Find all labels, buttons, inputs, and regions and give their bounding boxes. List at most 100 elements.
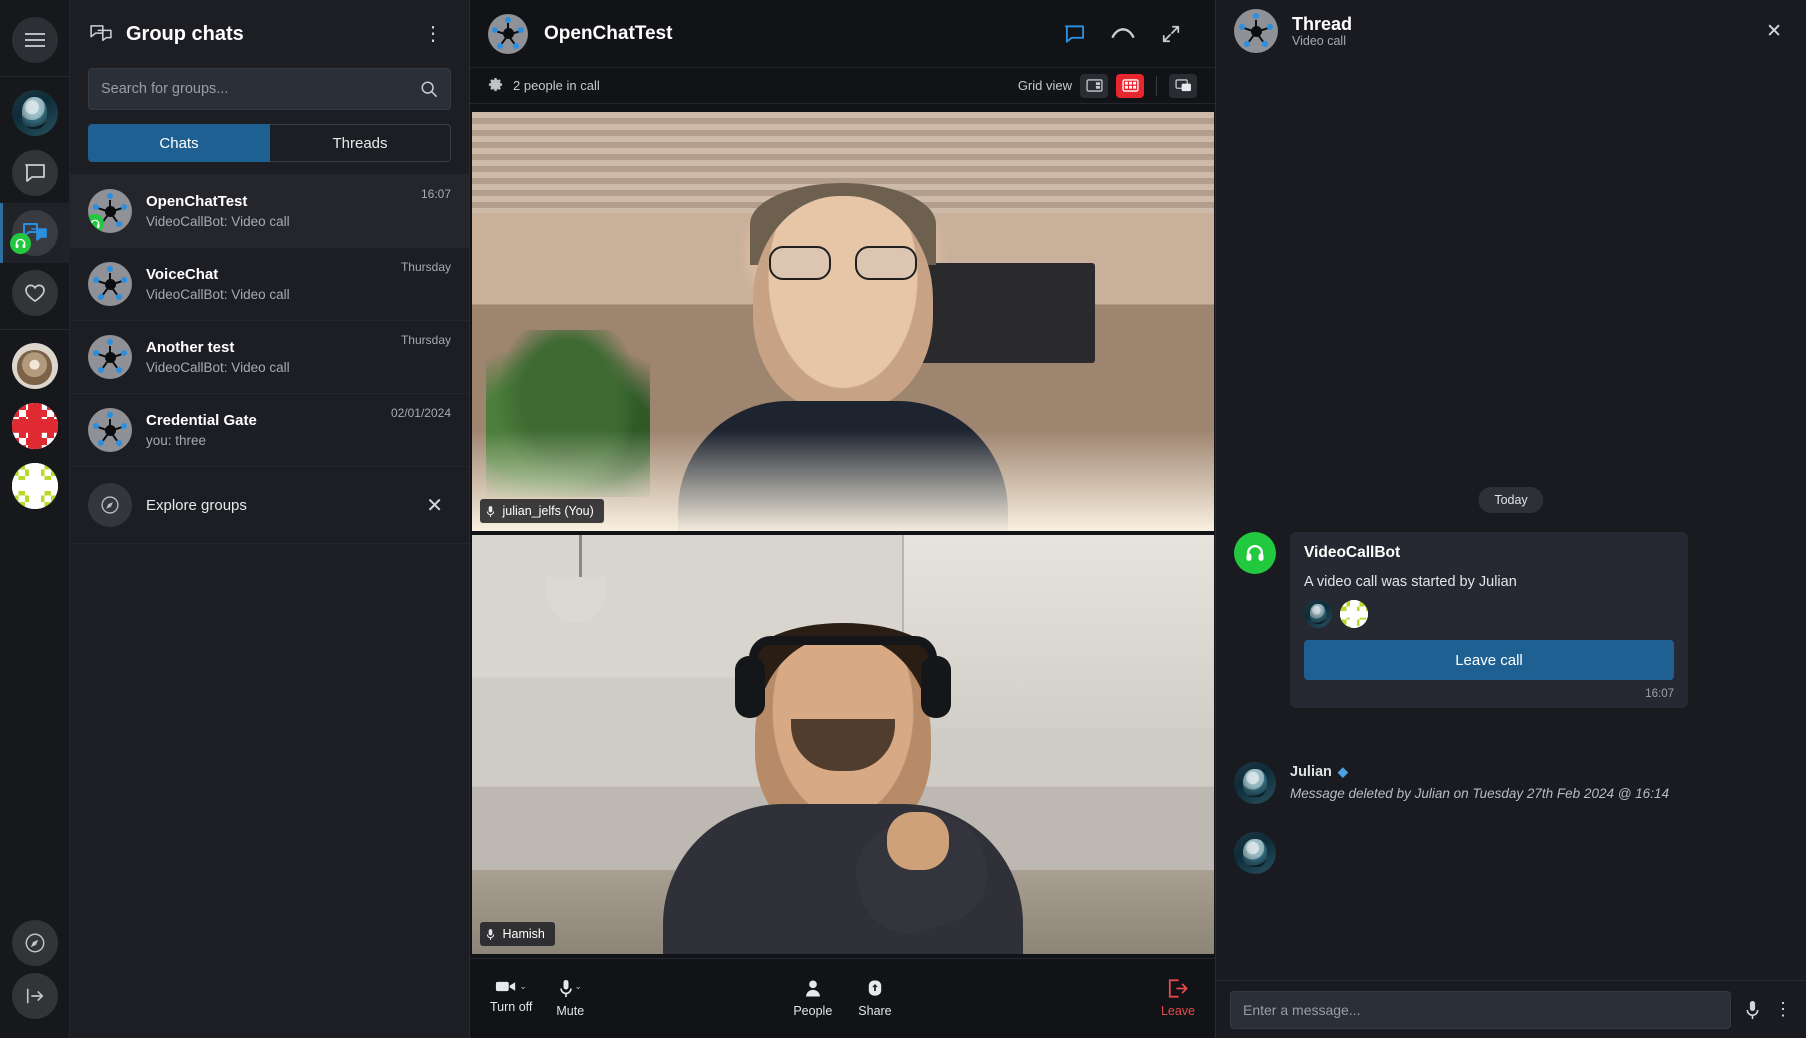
- message-sender-row: Julian ◆: [1290, 764, 1669, 780]
- chevron-down-icon[interactable]: ⌄: [519, 981, 527, 992]
- view-controls: Grid view: [1017, 73, 1197, 98]
- thread-subtitle: Video call: [1292, 34, 1346, 49]
- rail-item-community-red[interactable]: [0, 396, 70, 456]
- close-icon[interactable]: ✕: [1760, 14, 1788, 49]
- message-sender: Julian: [1290, 764, 1332, 780]
- video-grid: julian_jelfs (You) Hamish: [470, 104, 1215, 958]
- rail-item-profile[interactable]: [0, 83, 70, 143]
- hang-up-icon[interactable]: [1111, 27, 1135, 41]
- camera-toggle-label: Turn off: [490, 1000, 533, 1014]
- panel-header: Group chats ⋮: [70, 0, 469, 68]
- chat-list-item-voicechat[interactable]: VoiceChat VideoCallBot: Video call Thurs…: [70, 247, 469, 320]
- people-button[interactable]: People: [793, 979, 832, 1018]
- sidebar-view-icon[interactable]: [1080, 73, 1108, 98]
- chat-list-item-credential-gate[interactable]: Credential Gate you: three 02/01/2024: [70, 393, 469, 466]
- chat-bubble-icon[interactable]: [1064, 24, 1085, 44]
- thread-messages: Today VideoCallBot A video call was star…: [1216, 62, 1806, 980]
- diamond-badge-icon: ◆: [1337, 764, 1348, 779]
- rail-item-community-cat[interactable]: [0, 336, 70, 396]
- panel-menu-button[interactable]: ⋮: [417, 24, 449, 44]
- video-tile-self[interactable]: julian_jelfs (You): [471, 112, 1214, 531]
- chat-preview: VideoCallBot: Video call: [146, 287, 290, 302]
- grid-view-icon[interactable]: [1116, 73, 1144, 98]
- group-avatar: [88, 189, 132, 233]
- avatar: [11, 403, 58, 449]
- headphones-icon: [1244, 542, 1266, 564]
- hamburger-menu-icon[interactable]: [11, 17, 58, 63]
- share-label: Share: [858, 1004, 892, 1018]
- expand-icon[interactable]: [1161, 24, 1181, 44]
- leave-label: Leave: [1160, 1004, 1195, 1018]
- message-input[interactable]: [1243, 1001, 1718, 1018]
- leave-call-icon: [1168, 979, 1188, 998]
- microphone-icon: [486, 928, 495, 941]
- thread-title: Thread: [1292, 13, 1353, 34]
- picture-in-picture-icon[interactable]: [1169, 73, 1197, 98]
- share-button[interactable]: Share: [858, 979, 892, 1018]
- message-timestamp: 16:07: [1645, 688, 1674, 700]
- rail-item-direct-chats[interactable]: [0, 143, 70, 203]
- controls-left: ⌄ Turn off ⌄ Mute: [490, 979, 584, 1018]
- camera-toggle-button[interactable]: ⌄ Turn off: [490, 979, 532, 1018]
- microphone-icon[interactable]: [1745, 1000, 1760, 1020]
- video-feed: [471, 535, 1214, 954]
- gear-icon[interactable]: [488, 78, 503, 93]
- chat-timestamp: 16:07: [420, 187, 451, 201]
- controls-right: Leave: [1161, 979, 1195, 1018]
- participant-name: Hamish: [502, 927, 545, 941]
- chat-name: OpenChatTest: [146, 193, 248, 210]
- compass-icon[interactable]: [11, 920, 58, 966]
- microphone-icon: [486, 505, 495, 518]
- message-content: Julian ◆ Message deleted by Julian on Tu…: [1290, 762, 1669, 804]
- rail-item-community-green[interactable]: 1: [0, 456, 70, 516]
- chat-list-item-another-test[interactable]: Another test VideoCallBot: Video call Th…: [70, 320, 469, 393]
- deleted-message-notice: Message deleted by Julian on Tuesday 27t…: [1290, 786, 1669, 801]
- grid-view-label: Grid view: [1017, 78, 1072, 93]
- message-text: A video call was started by Julian: [1304, 574, 1517, 590]
- page-title: Group chats: [126, 22, 244, 45]
- leave-button[interactable]: Leave: [1161, 979, 1195, 1018]
- search-icon: [420, 80, 438, 98]
- unread-badge: 1: [41, 490, 58, 509]
- explore-groups-row[interactable]: Explore groups ✕: [70, 466, 469, 544]
- tab-chats[interactable]: Chats: [88, 124, 270, 162]
- call-area: OpenChatTest 2 people in call Grid view: [470, 0, 1215, 1038]
- chat-preview: VideoCallBot: Video call: [146, 214, 290, 229]
- leave-call-button[interactable]: Leave call: [1304, 640, 1674, 680]
- rail-item-group-chats[interactable]: [0, 203, 70, 263]
- video-tile-remote[interactable]: Hamish: [471, 535, 1214, 954]
- message-julian-link-preview: [1234, 832, 1276, 874]
- chat-bubble-icon: [11, 150, 58, 196]
- chevron-down-icon[interactable]: ⌄: [575, 981, 583, 992]
- left-rail: 1: [0, 0, 70, 1038]
- call-controls: ⌄ Turn off ⌄ Mute People Share Leave: [470, 958, 1215, 1038]
- group-chats-panel: Group chats ⋮ Chats Threads: [70, 0, 470, 1038]
- app-root: 1 Group chats ⋮ Search for groups... Cha…: [0, 0, 1806, 1038]
- in-call-badge: [9, 233, 31, 254]
- controls-middle: People Share: [793, 979, 892, 1018]
- group-avatar: [488, 13, 528, 54]
- people-in-call-text: 2 people in call: [513, 78, 600, 93]
- participant-nametag: julian_jelfs (You): [479, 499, 604, 523]
- rail-bottom-group: [11, 913, 58, 1038]
- search-input[interactable]: [101, 81, 420, 97]
- group-avatar: [88, 408, 132, 452]
- search-box[interactable]: [88, 68, 451, 110]
- chat-list-item-openchattest[interactable]: OpenChatTest VideoCallBot: Video call 16…: [70, 174, 469, 247]
- message-input-box[interactable]: [1230, 990, 1731, 1029]
- in-call-badge: [88, 214, 104, 233]
- call-status-bar: 2 people in call Grid view: [470, 68, 1215, 104]
- chat-text: OpenChatTest VideoCallBot: Video call: [146, 193, 451, 229]
- tab-threads[interactable]: Threads: [270, 124, 451, 162]
- arrow-to-right-icon[interactable]: [11, 973, 58, 1019]
- close-icon[interactable]: ✕: [418, 489, 451, 522]
- group-avatar: [88, 335, 132, 379]
- mute-button[interactable]: ⌄ Mute: [556, 979, 584, 1018]
- message-julian-deleted: Julian ◆ Message deleted by Julian on Tu…: [1234, 762, 1669, 804]
- message-videocallbot: VideoCallBot A video call was started by…: [1234, 532, 1688, 708]
- participant-nametag: Hamish: [479, 922, 555, 946]
- participant-avatar: [1340, 600, 1368, 628]
- rail-item-favourites[interactable]: [0, 263, 70, 323]
- composer-menu-button[interactable]: ⋮: [1774, 1000, 1792, 1018]
- participant-avatar: [1304, 600, 1332, 628]
